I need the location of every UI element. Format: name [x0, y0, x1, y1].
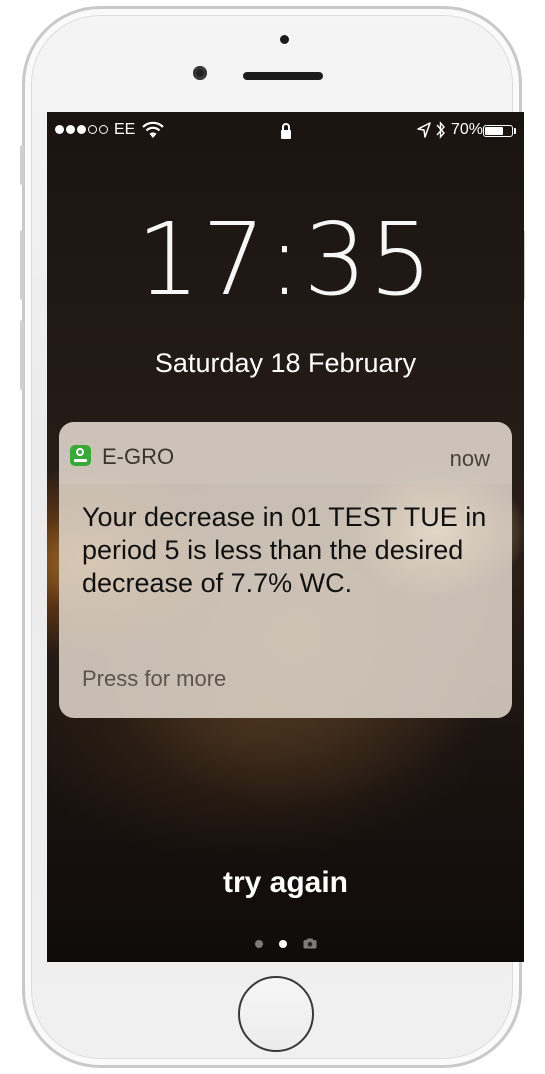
home-button[interactable]	[238, 976, 314, 1052]
signal-dots-icon	[55, 125, 108, 134]
try-again-prompt: try again	[222, 866, 349, 899]
page-dot	[254, 939, 263, 948]
status-bar: EE 70%	[47, 112, 524, 152]
mute-switch[interactable]	[20, 145, 24, 185]
volume-up-button[interactable]	[20, 230, 24, 300]
page-dot-active	[278, 939, 287, 948]
carrier-name: EE	[114, 121, 136, 138]
notification-card[interactable]: E-GRO now Your decrease in 01 TEST TUE i…	[59, 422, 512, 718]
notification-app-name: E-GRO	[102, 444, 175, 469]
notification-message: Your decrease in 01 TEST TUE in period 5…	[82, 502, 487, 598]
proximity-sensor	[280, 35, 289, 44]
battery-tip	[514, 128, 516, 134]
battery-icon	[483, 125, 513, 137]
clock-time: 17:35	[136, 201, 435, 318]
notification-header: E-GRO now	[59, 422, 512, 484]
earpiece-speaker	[243, 72, 323, 80]
e-gro-app-icon	[70, 445, 91, 466]
press-for-more-hint: Press for more	[82, 666, 227, 691]
page-indicator	[47, 938, 524, 949]
bluetooth-icon	[436, 121, 445, 139]
notification-timestamp: now	[449, 446, 490, 471]
location-arrow-icon	[417, 122, 431, 138]
clock-date: Saturday 18 February	[154, 348, 417, 378]
volume-down-button[interactable]	[20, 320, 24, 390]
lock-icon	[281, 123, 291, 139]
front-camera	[193, 66, 207, 80]
camera-icon[interactable]	[303, 938, 317, 949]
wifi-icon	[142, 121, 164, 138]
lock-screen: EE 70% 17:35 Saturday 18 February E-GRO …	[47, 112, 524, 962]
battery-percent: 70%	[451, 121, 484, 138]
